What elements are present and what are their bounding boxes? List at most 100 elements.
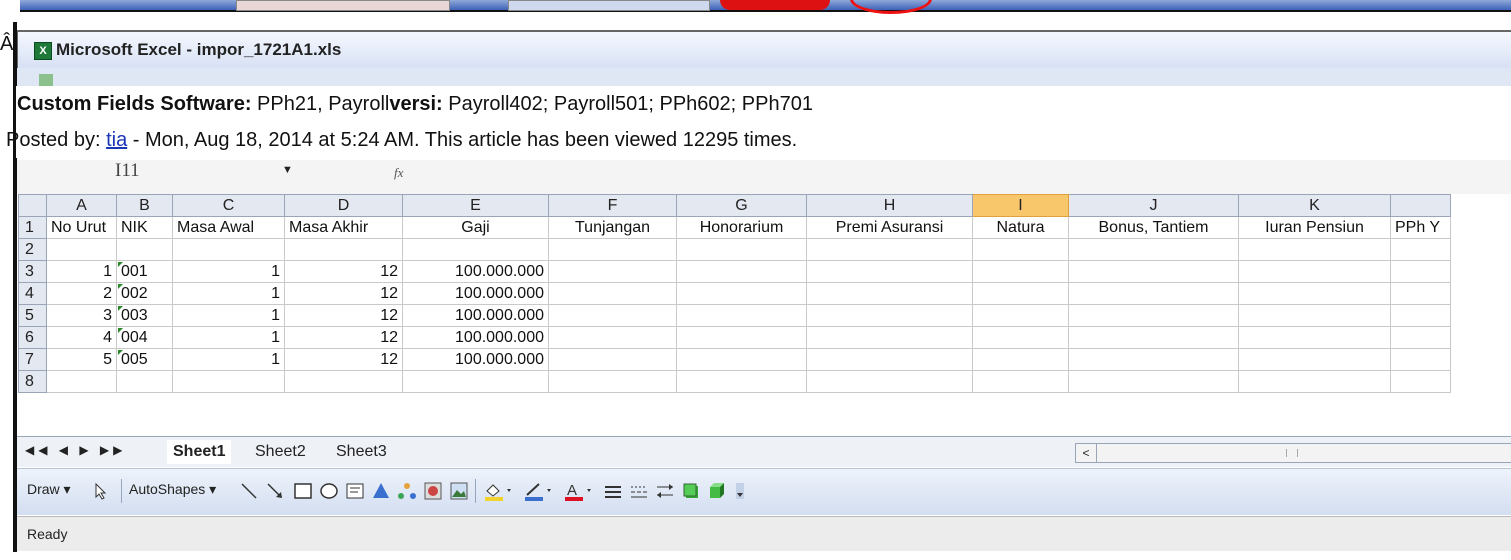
cell[interactable] (1068, 238, 1239, 261)
cell[interactable] (46, 370, 117, 393)
cell-nik[interactable]: 002 (116, 282, 173, 305)
cell[interactable] (972, 304, 1069, 327)
cell-gaji[interactable]: 100.000.000 (402, 326, 549, 349)
header-cell[interactable]: Masa Akhir (284, 216, 403, 239)
cell[interactable] (806, 238, 973, 261)
cell-masa-awal[interactable]: 1 (172, 304, 285, 327)
cell[interactable] (548, 348, 677, 371)
cell[interactable] (676, 260, 807, 283)
scroll-thumb-grip[interactable] (1286, 449, 1298, 457)
cell[interactable] (676, 238, 807, 261)
cell[interactable] (548, 282, 677, 305)
cell[interactable] (1068, 326, 1239, 349)
shadow-style-icon[interactable] (681, 481, 701, 501)
row-header[interactable]: 2 (18, 238, 47, 261)
cell[interactable] (1390, 304, 1451, 327)
cell[interactable] (676, 304, 807, 327)
column-header[interactable]: H (806, 194, 973, 217)
cell[interactable] (1390, 260, 1451, 283)
text-box-icon[interactable] (345, 481, 365, 501)
cell-nik[interactable]: 003 (116, 304, 173, 327)
fill-color-icon[interactable] (483, 481, 511, 501)
dash-style-icon[interactable] (629, 481, 649, 501)
cell[interactable] (116, 238, 173, 261)
cell-gaji[interactable]: 100.000.000 (402, 260, 549, 283)
cell[interactable] (806, 282, 973, 305)
arrow-style-icon[interactable] (655, 481, 675, 501)
cell-no-urut[interactable]: 1 (46, 260, 117, 283)
cell[interactable] (46, 238, 117, 261)
cell[interactable] (972, 370, 1069, 393)
cell[interactable] (172, 370, 285, 393)
toolbar-options-icon[interactable] (735, 481, 755, 501)
column-header[interactable]: E (402, 194, 549, 217)
cell-no-urut[interactable]: 2 (46, 282, 117, 305)
cell[interactable] (676, 370, 807, 393)
cell-gaji[interactable]: 100.000.000 (402, 348, 549, 371)
cell[interactable] (172, 238, 285, 261)
cell[interactable] (1238, 238, 1391, 261)
clip-art-icon[interactable] (423, 481, 443, 501)
name-box-dropdown-icon[interactable]: ▼ (282, 164, 293, 176)
cell-masa-akhir[interactable]: 12 (284, 282, 403, 305)
select-objects-icon[interactable] (91, 481, 111, 501)
autoshapes-menu-button[interactable]: AutoShapes ▾ (129, 481, 216, 498)
wordart-icon[interactable] (371, 481, 391, 501)
tab-nav-arrows-icon[interactable]: ◀◀ ◀ ▶ ▶▶ (25, 443, 126, 457)
header-cell[interactable]: No Urut (46, 216, 117, 239)
scroll-left-icon[interactable]: < (1076, 444, 1097, 462)
column-header[interactable]: C (172, 194, 285, 217)
row-header[interactable]: 6 (18, 326, 47, 349)
header-cell[interactable]: Gaji (402, 216, 549, 239)
name-box[interactable]: I11 (115, 160, 140, 182)
cell[interactable] (1068, 348, 1239, 371)
cell[interactable] (548, 260, 677, 283)
cell[interactable] (972, 326, 1069, 349)
cell[interactable] (402, 238, 549, 261)
cell[interactable] (548, 326, 677, 349)
select-all-corner[interactable] (18, 194, 47, 217)
cell-gaji[interactable]: 100.000.000 (402, 304, 549, 327)
cell[interactable] (284, 238, 403, 261)
cell-masa-akhir[interactable]: 12 (284, 304, 403, 327)
header-cell[interactable]: Iuran Pensiun (1238, 216, 1391, 239)
header-cell[interactable]: Bonus, Tantiem (1068, 216, 1239, 239)
header-cell[interactable]: Honorarium (676, 216, 807, 239)
tab-sheet1[interactable]: Sheet1 (167, 440, 232, 464)
column-header-selected[interactable]: I (972, 194, 1069, 217)
cell[interactable] (1068, 304, 1239, 327)
cell[interactable] (806, 370, 973, 393)
cell[interactable] (972, 260, 1069, 283)
row-header[interactable]: 8 (18, 370, 47, 393)
header-cell[interactable]: Tunjangan (548, 216, 677, 239)
cell[interactable] (972, 282, 1069, 305)
cell[interactable] (402, 370, 549, 393)
cell[interactable] (1390, 238, 1451, 261)
column-header[interactable]: K (1238, 194, 1391, 217)
horizontal-scrollbar[interactable]: < (1075, 443, 1511, 463)
cell[interactable] (972, 348, 1069, 371)
header-cell[interactable]: Premi Asuransi (806, 216, 973, 239)
cell[interactable] (548, 304, 677, 327)
cell[interactable] (1238, 370, 1391, 393)
cell[interactable] (116, 370, 173, 393)
cell[interactable] (676, 326, 807, 349)
cell-masa-akhir[interactable]: 12 (284, 326, 403, 349)
cell-no-urut[interactable]: 4 (46, 326, 117, 349)
cell-gaji[interactable]: 100.000.000 (402, 282, 549, 305)
column-header[interactable]: G (676, 194, 807, 217)
cell[interactable] (806, 348, 973, 371)
cell[interactable] (806, 260, 973, 283)
row-header[interactable]: 7 (18, 348, 47, 371)
cell-nik[interactable]: 001 (116, 260, 173, 283)
font-color-icon[interactable]: A (563, 481, 591, 501)
cell-masa-awal[interactable]: 1 (172, 348, 285, 371)
row-header[interactable]: 4 (18, 282, 47, 305)
cell-masa-akhir[interactable]: 12 (284, 260, 403, 283)
cell[interactable] (972, 238, 1069, 261)
cell-masa-awal[interactable]: 1 (172, 326, 285, 349)
cell-nik[interactable]: 004 (116, 326, 173, 349)
author-link[interactable]: tia (106, 129, 127, 151)
column-header[interactable]: J (1068, 194, 1239, 217)
diagram-icon[interactable] (397, 481, 417, 501)
